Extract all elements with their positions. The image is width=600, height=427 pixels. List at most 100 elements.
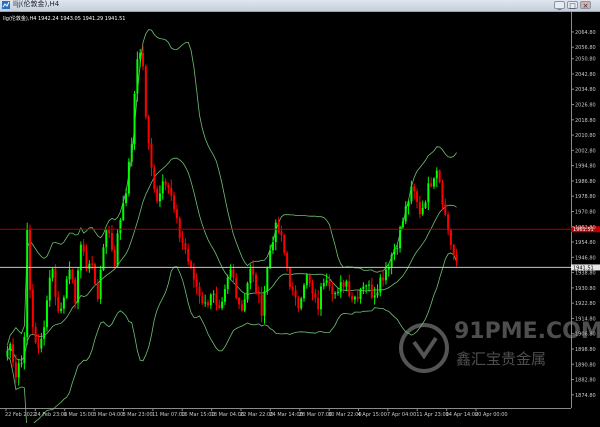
candle-body xyxy=(218,304,221,309)
candle-body xyxy=(102,247,105,270)
price-tick-label: 1970.80 xyxy=(575,209,596,215)
price-tick-label: 2034.80 xyxy=(575,87,596,93)
candle-body xyxy=(14,362,17,378)
minimize-button[interactable]: _ xyxy=(554,1,565,10)
candle-body xyxy=(441,182,444,205)
candle-body xyxy=(359,289,362,299)
candle-body xyxy=(206,302,209,306)
candle-body xyxy=(26,229,29,337)
candle-body xyxy=(48,277,51,301)
candle-body xyxy=(60,308,63,312)
price-tick-label: 1890.80 xyxy=(575,362,596,368)
candle-body xyxy=(334,293,337,295)
candle-body xyxy=(308,274,311,284)
time-tick-label: 22 Feb 2022 xyxy=(5,412,36,418)
candle-body xyxy=(201,296,204,304)
price-tick-label: 1922.80 xyxy=(575,301,596,307)
candle-body xyxy=(187,249,190,262)
candle-body xyxy=(291,286,294,291)
candle-body xyxy=(181,238,184,244)
watermark-subtext: 鑫汇宝贵金属 xyxy=(456,350,546,368)
candle-body xyxy=(175,209,178,219)
price-tick-label: 1930.80 xyxy=(575,286,596,292)
candle-body xyxy=(161,181,164,194)
candle-body xyxy=(283,235,286,253)
price-tick-label: 2056.80 xyxy=(575,45,596,51)
candle-body xyxy=(212,293,215,295)
candle-body xyxy=(9,344,12,351)
time-tick-label: 16 Mar 15:00 xyxy=(181,412,214,418)
candle-body xyxy=(96,283,99,300)
price-chart[interactable]: llg(伦敦金),H4 1942.24 1943.05 1941.29 1941… xyxy=(0,12,600,427)
maximize-button[interactable]: □ xyxy=(567,1,578,10)
candle-body xyxy=(223,289,226,302)
candle-body xyxy=(164,181,167,185)
candle-body xyxy=(195,279,198,287)
candle-body xyxy=(356,296,359,299)
candle-body xyxy=(427,183,430,203)
candle-body xyxy=(238,297,241,305)
candle-body xyxy=(294,290,297,298)
candle-body xyxy=(235,277,238,298)
candle-body xyxy=(286,252,289,269)
candle-body xyxy=(170,187,173,196)
candle-body xyxy=(82,244,85,252)
candle-body xyxy=(311,283,314,294)
candle-body xyxy=(368,284,371,286)
price-tick-label: 2026.80 xyxy=(575,103,596,109)
candle-body xyxy=(421,207,424,215)
candle-body xyxy=(348,281,351,297)
candle-body xyxy=(204,302,207,304)
candle-body xyxy=(45,300,48,328)
candle-body xyxy=(328,280,331,287)
candle-body xyxy=(85,251,88,269)
candle-body xyxy=(384,269,387,281)
candle-body xyxy=(37,342,40,349)
candle-body xyxy=(229,269,232,278)
candle-body xyxy=(198,286,201,297)
candle-body xyxy=(99,269,102,300)
candle-body xyxy=(209,294,212,306)
candle-body xyxy=(373,295,376,298)
candle-body xyxy=(353,296,356,300)
candle-body xyxy=(34,326,37,343)
candle-body xyxy=(246,283,249,300)
candle-body xyxy=(79,244,82,271)
candle-body xyxy=(418,201,421,215)
time-tick-label: 11 Mar 07:00 xyxy=(152,412,185,418)
candle-body xyxy=(435,170,438,179)
candle-body xyxy=(29,229,32,290)
candle-body xyxy=(390,254,393,268)
candle-body xyxy=(156,189,159,202)
window-title: lljj(伦敦金),H4 xyxy=(13,0,60,8)
candle-body xyxy=(31,289,34,327)
candle-body xyxy=(424,202,427,208)
candle-body xyxy=(136,59,139,94)
candle-body xyxy=(122,203,125,220)
candle-body xyxy=(43,327,46,339)
candle-body xyxy=(127,161,130,194)
close-button[interactable]: × xyxy=(580,1,591,10)
symbol-info: llg(伦敦金),H4 1942.24 1943.05 1941.29 1941… xyxy=(3,15,125,22)
candle-body xyxy=(271,242,274,251)
candle-body xyxy=(432,178,435,187)
candle-body xyxy=(190,261,193,267)
candle-body xyxy=(263,291,266,316)
candle-body xyxy=(447,214,450,231)
candle-body xyxy=(365,285,368,287)
candle-body xyxy=(274,222,277,243)
candle-body xyxy=(288,268,291,287)
candle-body xyxy=(23,336,26,364)
candle-body xyxy=(226,277,229,290)
candle-body xyxy=(252,268,255,275)
candle-body xyxy=(449,230,452,246)
candle-body xyxy=(416,191,419,202)
candle-body xyxy=(62,297,65,309)
candle-body xyxy=(116,233,119,266)
candle-body xyxy=(65,279,68,298)
candle-body xyxy=(144,66,147,117)
time-tick-label: 8 Mar 23:00 xyxy=(123,412,153,418)
candle-body xyxy=(303,285,306,299)
candle-body xyxy=(351,296,354,300)
chart-window-icon xyxy=(2,1,10,9)
